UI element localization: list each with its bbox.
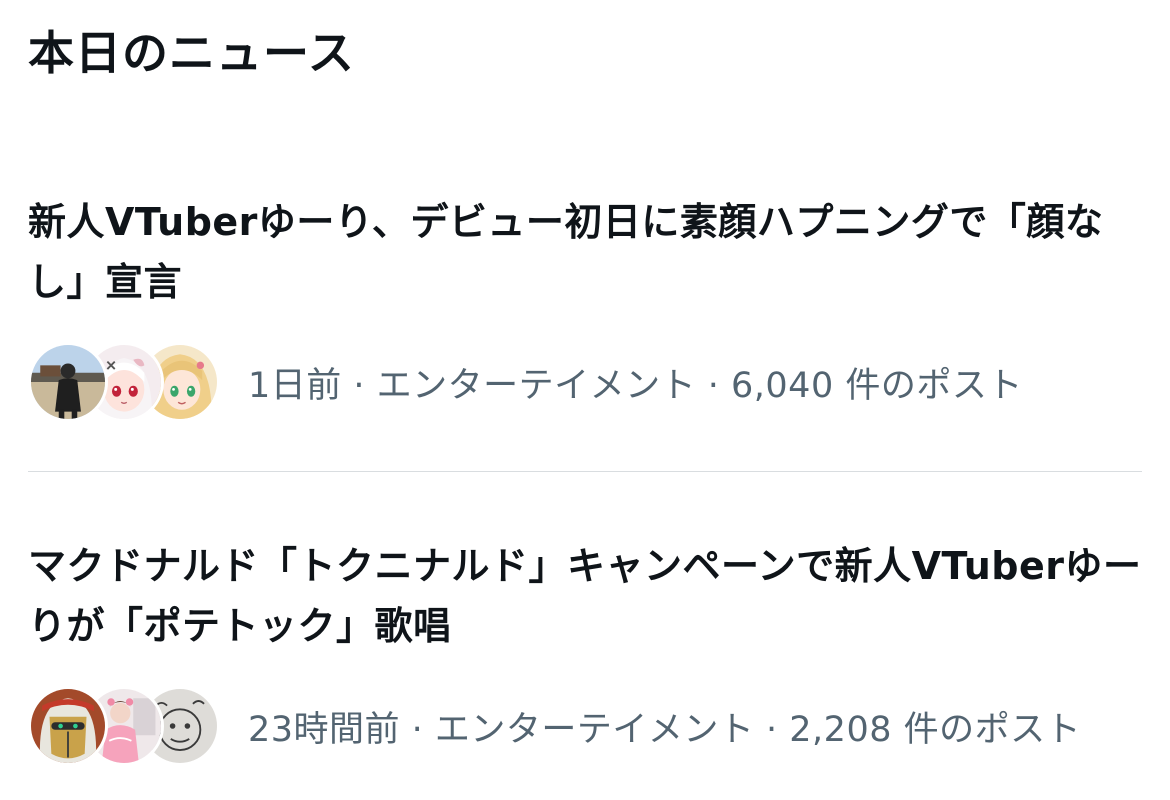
news-headline[interactable]: 新人VTuberゆーり、デビュー初日に素顔ハプニングで「顔なし」宣言 [28, 192, 1143, 312]
news-meta-row: 23時間前 · エンターテイメント · 2,208 件のポスト [28, 684, 1148, 768]
news-meta-row: 1日前 · エンターテイメント · 6,040 件のポスト [28, 340, 1148, 424]
person-photo-avatar [28, 342, 108, 422]
news-meta: 1日前 · エンターテイメント · 6,040 件のポスト [248, 365, 1023, 406]
news-item[interactable]: マクドナルド「トクニナルド」キャンペーンで新人VTuberゆーりが「ポテトック」… [28, 536, 1148, 768]
section-title: 本日のニュース [28, 26, 355, 80]
news-meta: 23時間前 · エンターテイメント · 2,208 件のポスト [248, 709, 1082, 750]
news-item[interactable]: 新人VTuberゆーり、デビュー初日に素顔ハプニングで「顔なし」宣言 1日前 ·… [28, 192, 1148, 424]
masked-character-avatar [28, 686, 108, 766]
avatar-group [28, 340, 222, 424]
divider [28, 471, 1142, 472]
news-headline[interactable]: マクドナルド「トクニナルド」キャンペーンで新人VTuberゆーりが「ポテトック」… [28, 536, 1143, 656]
avatar-group [28, 684, 222, 768]
